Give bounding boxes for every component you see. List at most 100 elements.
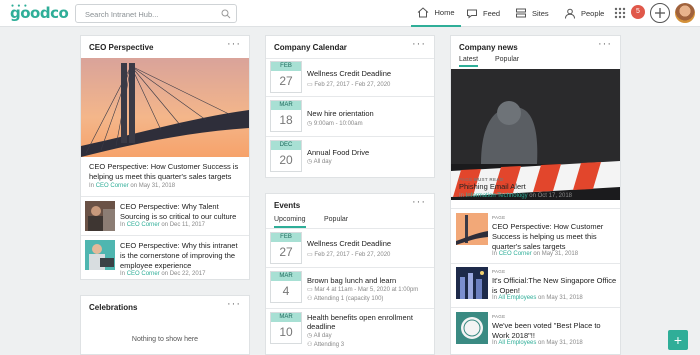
app-grid-icon[interactable] xyxy=(614,7,626,19)
card-title: Company news xyxy=(459,43,518,52)
search-box[interactable] xyxy=(75,4,237,23)
tab-latest[interactable]: Latest xyxy=(459,56,479,67)
event-meta: ◷ 9:00am - 10:00am xyxy=(307,120,363,127)
search-icon[interactable] xyxy=(221,9,231,19)
event-time: 9:00am - 10:00am xyxy=(313,121,363,127)
event-meta: ▭ Feb 27, 2017 - Feb 27, 2020 xyxy=(307,81,390,88)
news-meta: In All Employees on May 31, 2018 xyxy=(492,340,583,346)
news-title[interactable]: We've been voted "Best Place to Work 201… xyxy=(492,321,617,341)
news-title[interactable]: CEO Perspective: How Customer Success is… xyxy=(492,222,617,252)
singapore-photo xyxy=(456,267,488,299)
event-title[interactable]: New hire orientation xyxy=(307,109,374,118)
empty-state-text: Nothing to show here xyxy=(131,336,199,343)
event-title[interactable]: Wellness Credit Deadline xyxy=(307,69,391,78)
company-calendar-card: Company Calendar ··· FEB 27 Wellness Cre… xyxy=(265,35,435,178)
meta-date: on Dec 22, 2017 xyxy=(161,271,206,277)
divider xyxy=(266,228,434,229)
floating-add-button[interactable]: + xyxy=(668,330,688,350)
more-options-icon[interactable]: ··· xyxy=(598,38,612,50)
post-meta: In CEO Corner on Dec 11, 2017 xyxy=(120,222,205,228)
create-button[interactable] xyxy=(650,3,670,23)
event-title[interactable]: Wellness Credit Deadline xyxy=(307,239,391,248)
tab-upcoming[interactable]: Upcoming xyxy=(274,216,306,228)
category-link[interactable]: All Employees xyxy=(498,340,536,346)
category-link[interactable]: CEO Corner xyxy=(127,271,160,277)
event-title[interactable]: Health benefits open enrollment deadline xyxy=(307,313,427,331)
divider xyxy=(266,58,434,59)
post-thumbnail[interactable] xyxy=(85,201,115,231)
nav-people[interactable]: People xyxy=(564,0,604,27)
news-title[interactable]: Phishing Email Alert xyxy=(459,182,526,192)
date-day: 18 xyxy=(279,113,293,127)
post-thumbnail[interactable] xyxy=(85,240,115,270)
date-badge: FEB 27 xyxy=(270,232,302,264)
meta-date: on May 31, 2018 xyxy=(538,340,583,346)
meta-date: on May 31, 2018 xyxy=(130,183,176,189)
meta-prefix: In xyxy=(492,295,498,301)
featured-post-meta: In CEO Corner on May 31, 2018 xyxy=(89,183,175,189)
news-thumbnail[interactable] xyxy=(456,267,488,299)
category-link[interactable]: CEO Corner xyxy=(127,222,160,228)
news-meta: In All Employees on May 31, 2018 xyxy=(492,295,583,301)
event-title[interactable]: Annual Food Drive xyxy=(307,148,369,157)
event-meta: ▭ Mar 4 at 11am - Mar 5, 2020 at 1:00pm xyxy=(307,286,418,293)
post-title[interactable]: CEO Perspective: Why Talent Sourcing is … xyxy=(120,202,245,222)
tab-popular[interactable]: Popular xyxy=(324,216,348,223)
meta-prefix: In xyxy=(492,251,498,257)
news-meta: In Information Technology on Oct 17, 201… xyxy=(459,193,572,199)
divider xyxy=(266,308,434,309)
event-meta: ◷ All day xyxy=(307,332,332,339)
more-options-icon[interactable]: ··· xyxy=(412,196,426,208)
nav-home[interactable]: Home xyxy=(411,0,461,27)
news-meta: In CEO Corner on May 31, 2018 xyxy=(492,251,578,257)
category-link[interactable]: CEO Corner xyxy=(499,251,532,257)
event-time: Feb 27, 2017 - Feb 27, 2020 xyxy=(314,82,391,88)
hero-image-bridge[interactable] xyxy=(81,58,249,157)
sites-icon xyxy=(516,8,526,18)
celebrations-card: Celebrations ··· Nothing to show here xyxy=(80,295,250,355)
news-thumbnail[interactable] xyxy=(456,213,488,245)
news-kicker: PAGE xyxy=(492,269,506,274)
news-title[interactable]: It's Official:The New Singapore Office i… xyxy=(492,276,617,296)
news-thumbnail[interactable] xyxy=(456,312,488,344)
tab-popular[interactable]: Popular xyxy=(495,56,519,63)
bridge-thumb-photo xyxy=(456,213,488,245)
date-badge: MAR 18 xyxy=(270,100,302,132)
search-input[interactable] xyxy=(85,10,215,19)
more-options-icon[interactable]: ··· xyxy=(227,298,241,310)
events-card: Events ··· Upcoming Popular FEB 27 Welln… xyxy=(265,193,435,355)
date-month: MAR xyxy=(271,101,301,110)
featured-post-title[interactable]: CEO Perspective: How Customer Success is… xyxy=(89,162,244,182)
category-link[interactable]: Information Technology xyxy=(466,193,528,199)
date-day: 20 xyxy=(279,153,293,167)
divider xyxy=(81,235,249,236)
card-title: CEO Perspective xyxy=(89,43,154,52)
event-time: All day xyxy=(313,159,332,165)
date-day: 10 xyxy=(279,325,293,339)
nav-people-label: People xyxy=(581,9,605,18)
category-link[interactable]: All Employees xyxy=(498,295,536,301)
meta-prefix: In xyxy=(120,222,126,228)
logo[interactable]: goodco xyxy=(10,4,69,22)
event-title[interactable]: Brown bag lunch and learn xyxy=(307,276,396,285)
news-tabs: Latest Popular xyxy=(459,56,619,70)
meta-date: on Dec 11, 2017 xyxy=(161,222,205,228)
more-options-icon[interactable]: ··· xyxy=(227,38,241,50)
divider xyxy=(451,208,620,209)
user-avatar[interactable] xyxy=(675,3,695,23)
date-badge: DEC 20 xyxy=(270,140,302,172)
event-attendance: ⚇ Attending 3 xyxy=(307,341,344,348)
notifications-badge[interactable]: 5 xyxy=(631,5,645,19)
date-month: MAR xyxy=(271,272,301,281)
news-kicker: PAGE xyxy=(492,314,506,319)
plus-icon xyxy=(655,8,665,18)
laptop-photo xyxy=(85,240,115,270)
date-badge: FEB 27 xyxy=(270,61,302,93)
meta-prefix: In xyxy=(89,183,95,189)
nav-feed[interactable]: Feed xyxy=(466,0,500,27)
post-title[interactable]: CEO Perspective: Why this intranet is th… xyxy=(120,241,245,271)
category-link[interactable]: CEO Corner xyxy=(96,183,129,189)
nav-sites[interactable]: Sites xyxy=(515,0,549,27)
more-options-icon[interactable]: ··· xyxy=(412,38,426,50)
meta-prefix: In xyxy=(120,271,126,277)
